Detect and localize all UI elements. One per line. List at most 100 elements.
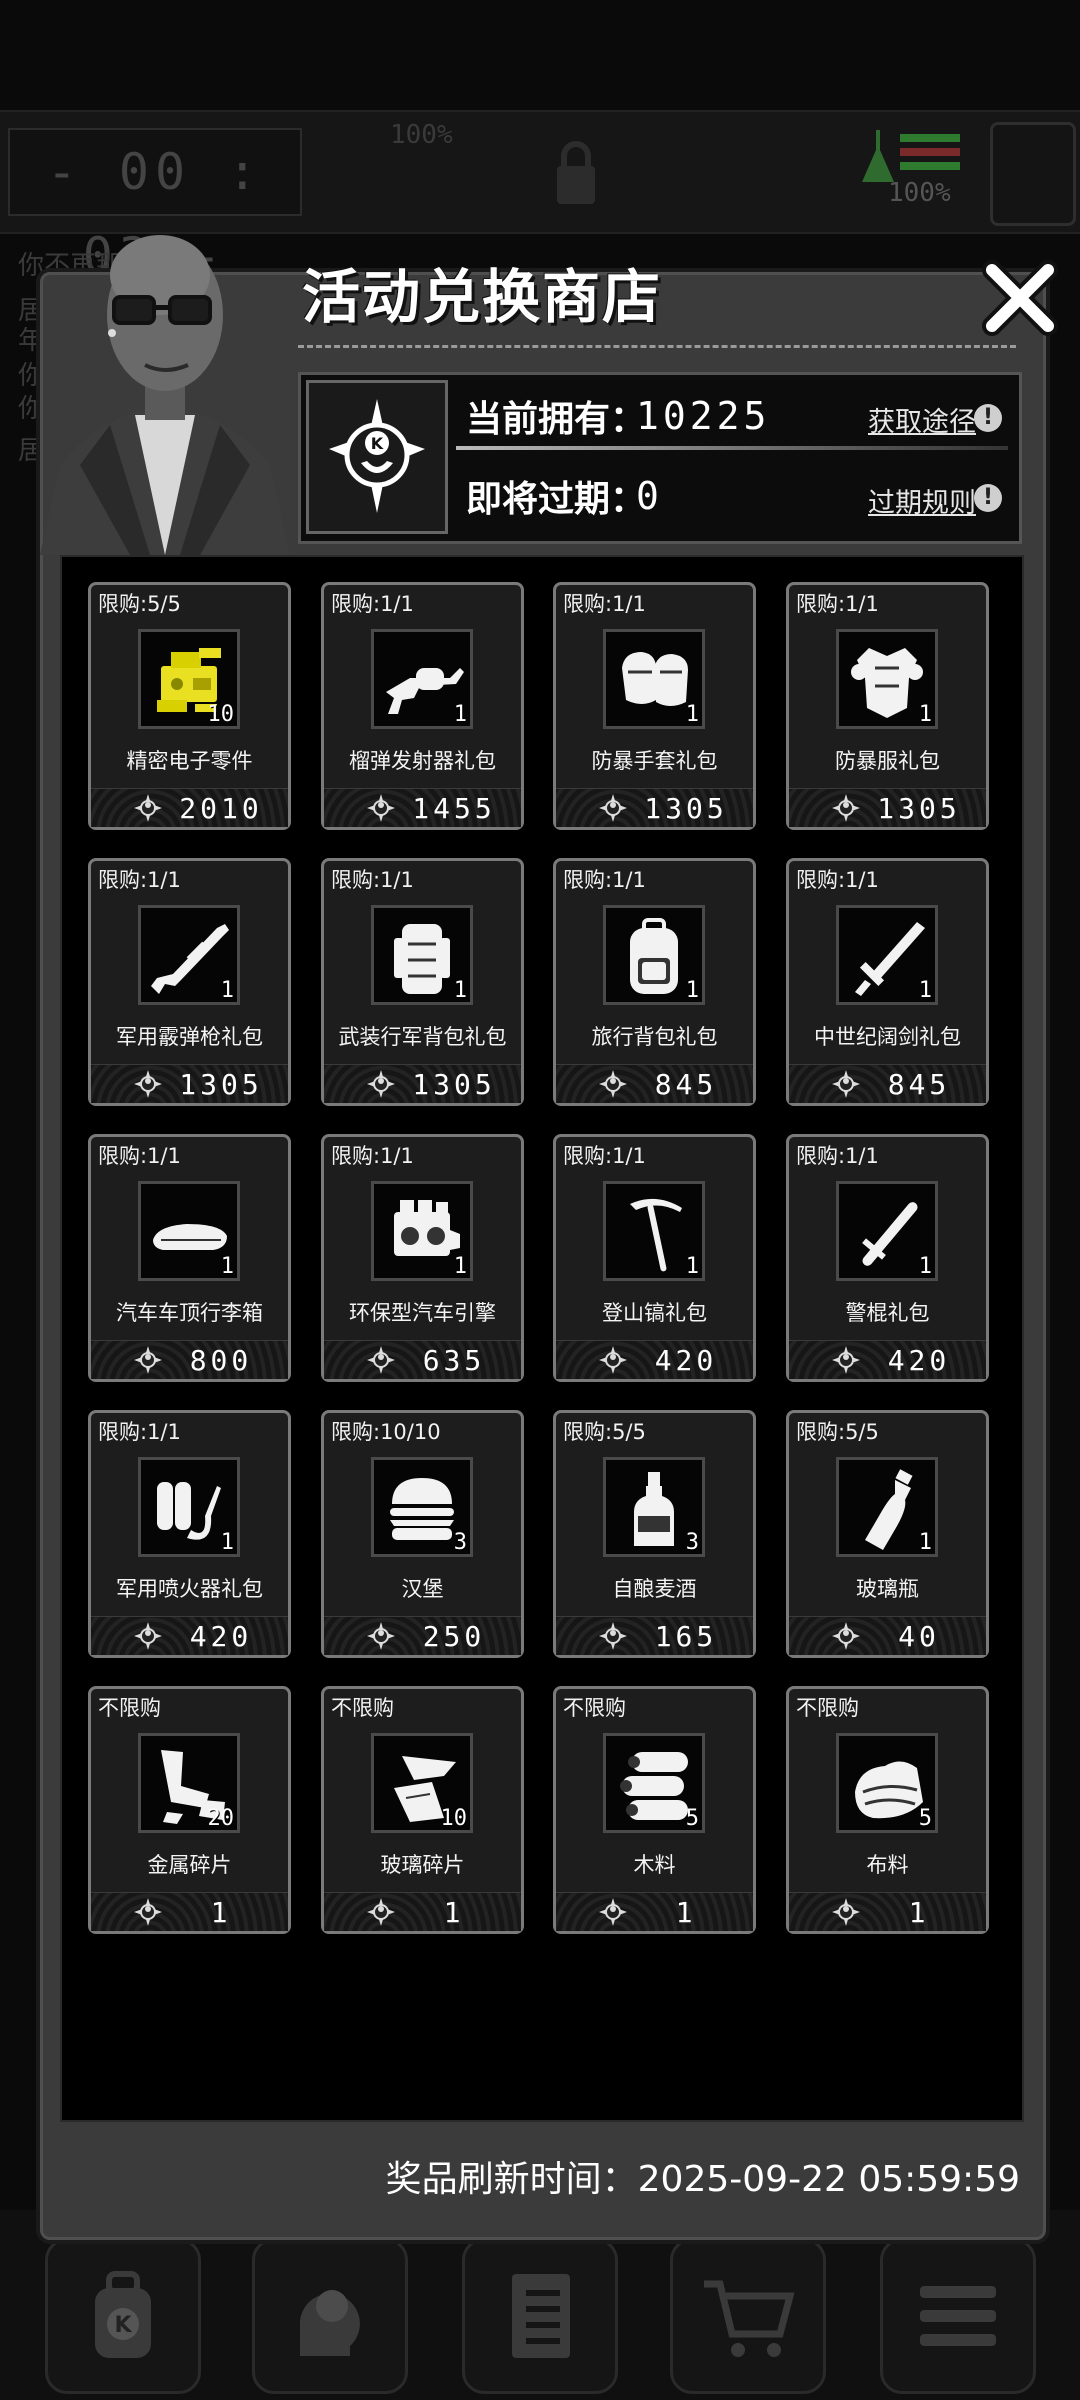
shop-item-card[interactable]: 限购:1/1 1 防暴服礼包 1305 — [786, 582, 989, 830]
item-price: 800 — [189, 1344, 253, 1377]
hud-slot[interactable] — [990, 122, 1076, 226]
item-name: 警棍礼包 — [845, 1301, 930, 1325]
shop-item-card[interactable]: 限购:1/1 1 武装行军背包礼包 1305 — [321, 858, 524, 1106]
item-name: 防暴手套礼包 — [591, 749, 718, 773]
item-quantity: 5 — [918, 1806, 932, 1831]
item-price: 635 — [422, 1344, 486, 1377]
shop-item-card[interactable]: 限购:1/1 1 登山镐礼包 420 — [553, 1134, 756, 1382]
item-price: 1 — [443, 1896, 465, 1929]
shop-item-card[interactable]: 限购:1/1 1 防暴手套礼包 1305 — [553, 582, 756, 830]
price-bar: 1 — [789, 1892, 986, 1931]
k-token-icon — [599, 1346, 627, 1374]
item-name: 中世纪阔剑礼包 — [814, 1025, 961, 1049]
nav-journal-button[interactable] — [462, 2238, 618, 2394]
item-icon-frame: 5 — [836, 1733, 938, 1833]
shop-item-card[interactable]: 限购:1/1 1 中世纪阔剑礼包 845 — [786, 858, 989, 1106]
burger-icon — [390, 1478, 454, 1540]
riot-suit-icon — [851, 648, 923, 718]
item-price: 1 — [675, 1896, 697, 1929]
wood-logs-icon — [620, 1752, 688, 1820]
shop-item-card[interactable]: 限购:5/5 3 自酿麦酒 165 — [553, 1410, 756, 1658]
item-icon-frame: 10 — [138, 629, 240, 729]
nav-backpack-button[interactable]: K — [45, 2238, 201, 2394]
k-token-icon — [599, 1898, 627, 1926]
currency-emblem: K — [306, 380, 448, 534]
item-price: 1455 — [412, 792, 496, 825]
item-price: 250 — [422, 1620, 486, 1653]
roof-box-icon — [153, 1224, 227, 1250]
svg-text:K: K — [114, 2313, 132, 2338]
shop-item-card[interactable]: 限购:1/1 1 警棍礼包 420 — [786, 1134, 989, 1382]
expiring-value: 0 — [636, 474, 663, 518]
item-icon-frame: 1 — [138, 905, 240, 1005]
price-bar: 420 — [91, 1616, 288, 1655]
k-token-icon — [134, 1898, 162, 1926]
travel-backpack-icon — [630, 918, 678, 994]
k-token-icon — [832, 1622, 860, 1650]
shop-item-card[interactable]: 不限购 20 金属碎片 1 — [88, 1686, 291, 1934]
shop-item-card[interactable]: 限购:1/1 1 军用喷火器礼包 420 — [88, 1410, 291, 1658]
item-name: 旅行背包礼包 — [591, 1025, 718, 1049]
close-icon[interactable] — [980, 258, 1060, 338]
item-quantity: 3 — [685, 1530, 699, 1555]
item-price: 845 — [654, 1068, 718, 1101]
item-icon-frame: 10 — [371, 1733, 473, 1833]
item-name: 木料 — [633, 1853, 676, 1877]
item-name: 金属碎片 — [147, 1853, 232, 1877]
item-quantity: 1 — [685, 1254, 699, 1279]
shop-item-card[interactable]: 限购:1/1 1 军用霰弹枪礼包 1305 — [88, 858, 291, 1106]
grenade-launcher-icon — [386, 668, 464, 714]
item-name: 玻璃瓶 — [856, 1577, 919, 1601]
item-name: 玻璃碎片 — [380, 1853, 465, 1877]
k-token-icon — [134, 794, 162, 822]
item-name: 防暴服礼包 — [835, 749, 940, 773]
flamethrower-icon — [157, 1482, 221, 1540]
menu-icon — [920, 2286, 996, 2346]
item-icon-frame: 1 — [603, 1181, 705, 1281]
obtain-info-icon[interactable]: ! — [974, 404, 1002, 432]
item-quantity: 10 — [207, 702, 235, 727]
item-quantity: 20 — [207, 1806, 235, 1831]
k-token-icon — [832, 1346, 860, 1374]
k-token-icon — [367, 794, 395, 822]
item-name: 环保型汽车引擎 — [349, 1301, 496, 1325]
item-name: 登山镐礼包 — [602, 1301, 707, 1325]
k-token-icon — [367, 1070, 395, 1098]
shop-item-card[interactable]: 不限购 5 布料 1 — [786, 1686, 989, 1934]
shop-item-card[interactable]: 不限购 5 木料 1 — [553, 1686, 756, 1934]
nav-shop-button[interactable] — [670, 2238, 826, 2394]
shop-item-card[interactable]: 限购:5/5 1 玻璃瓶 40 — [786, 1410, 989, 1658]
shop-item-card[interactable]: 限购:1/1 1 环保型汽车引擎 635 — [321, 1134, 524, 1382]
purchase-limit: 限购:5/5 — [796, 1420, 879, 1444]
purchase-limit: 限购:1/1 — [98, 1144, 181, 1168]
liquor-bottle-icon — [634, 1472, 674, 1546]
nav-menu-button[interactable] — [880, 2238, 1036, 2394]
expire-rules-link[interactable]: 过期规则 — [868, 481, 976, 520]
item-price: 40 — [898, 1620, 940, 1653]
shop-item-card[interactable]: 不限购 10 玻璃碎片 1 — [321, 1686, 524, 1934]
price-bar: 420 — [789, 1340, 986, 1379]
shotgun-icon — [151, 924, 229, 994]
item-name: 布料 — [866, 1853, 909, 1877]
item-icon-frame: 1 — [138, 1457, 240, 1557]
purchase-limit: 不限购 — [98, 1696, 161, 1720]
item-quantity: 5 — [685, 1806, 699, 1831]
shop-item-card[interactable]: 限购:1/1 1 汽车车顶行李箱 800 — [88, 1134, 291, 1382]
expire-info-icon[interactable]: ! — [974, 484, 1002, 512]
shop-item-card[interactable]: 限购:1/1 1 旅行背包礼包 845 — [553, 858, 756, 1106]
price-bar: 845 — [789, 1064, 986, 1103]
obtain-method-link[interactable]: 获取途径 — [868, 400, 976, 439]
item-name: 汉堡 — [401, 1577, 444, 1601]
shop-item-card[interactable]: 限购:5/5 10 精密电子零件 2010 — [88, 582, 291, 830]
purchase-limit: 限购:1/1 — [796, 1144, 879, 1168]
item-icon-frame: 1 — [371, 629, 473, 729]
item-price: 845 — [887, 1068, 951, 1101]
purchase-limit: 不限购 — [796, 1696, 859, 1720]
shop-item-card[interactable]: 限购:1/1 1 榴弹发射器礼包 1455 — [321, 582, 524, 830]
k-token-icon — [134, 1622, 162, 1650]
nav-skills-button[interactable] — [252, 2238, 408, 2394]
shop-item-card[interactable]: 限购:10/10 3 汉堡 250 — [321, 1410, 524, 1658]
price-bar: 635 — [324, 1340, 521, 1379]
item-icon-frame: 1 — [836, 1181, 938, 1281]
brain-icon — [299, 2290, 360, 2356]
